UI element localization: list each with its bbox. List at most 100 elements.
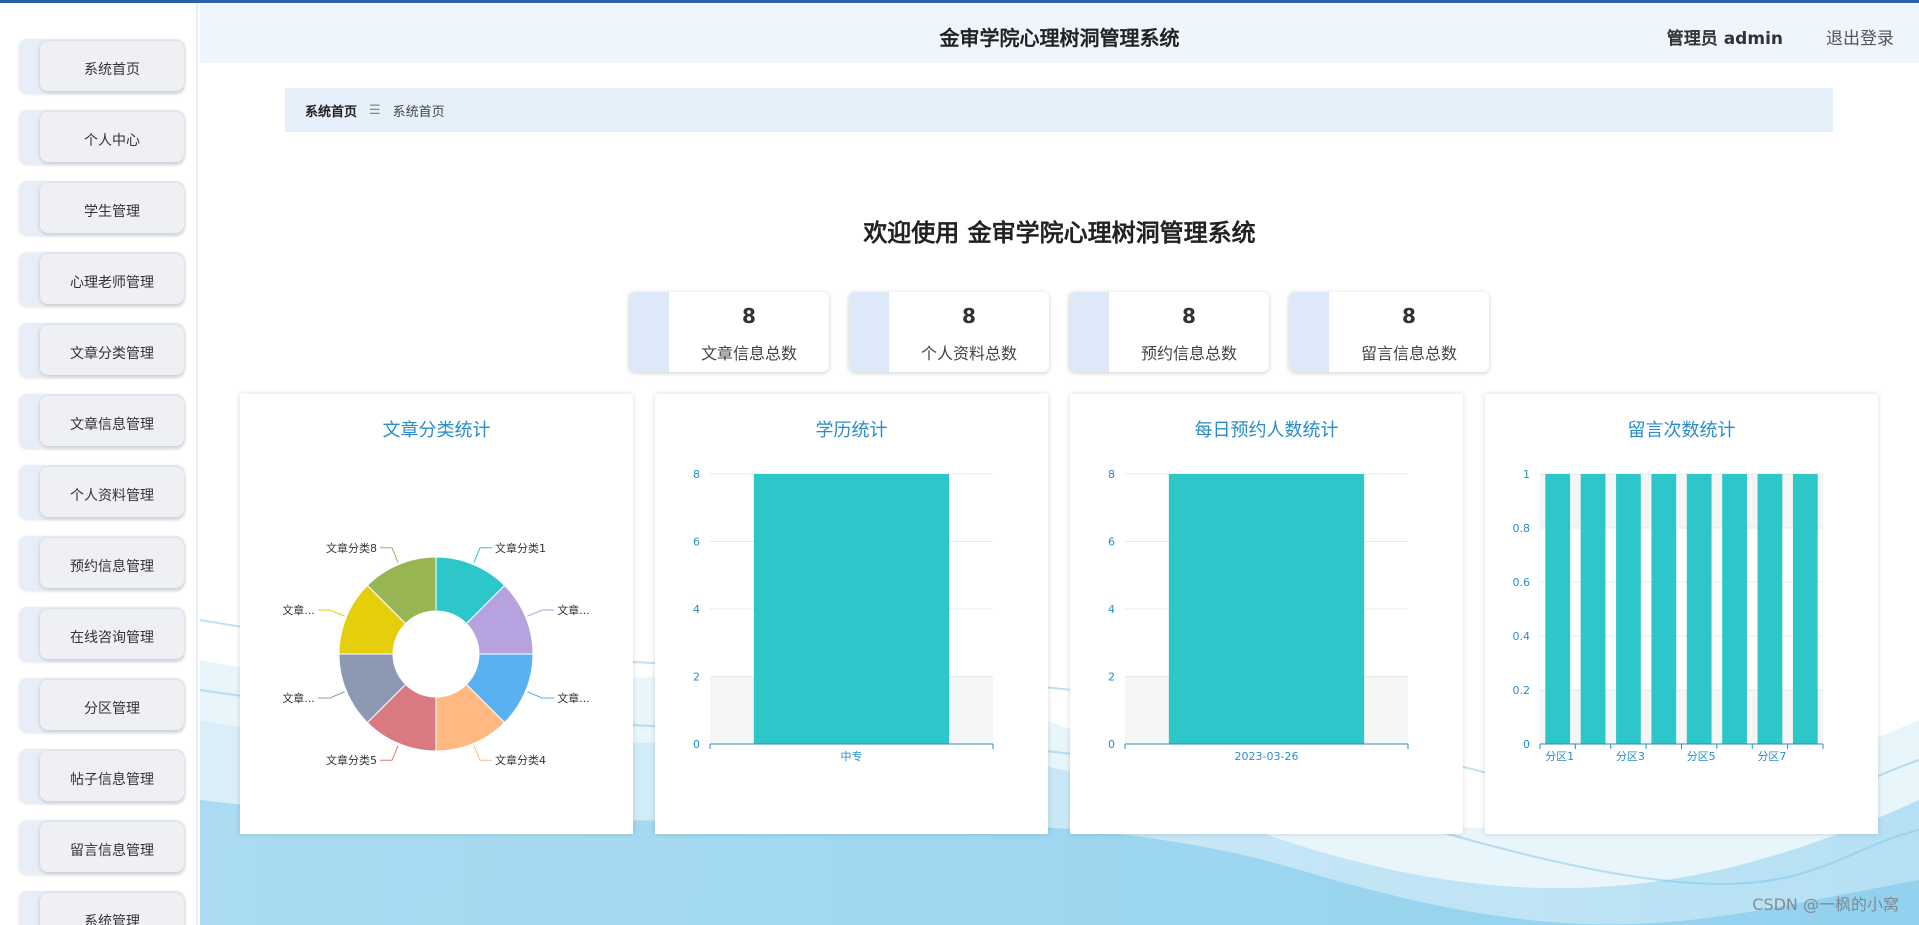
bar — [1757, 474, 1783, 744]
y-tick-label: 2 — [1108, 671, 1115, 684]
sidebar-item-label: 预约信息管理 — [40, 538, 184, 588]
breadcrumb: 系统首页 ☰ 系统首页 — [285, 88, 1833, 132]
sidebar-item-article-categories[interactable]: 文章分类管理 — [19, 323, 184, 377]
breadcrumb-separator-icon: ☰ — [369, 102, 381, 118]
y-tick-label: 1 — [1523, 468, 1530, 481]
stat-value: 8 — [962, 304, 976, 328]
stat-label: 文章信息总数 — [700, 344, 797, 363]
sidebar-item-label: 分区管理 — [40, 680, 184, 730]
x-tick-label: 分区7 — [1757, 750, 1786, 763]
y-tick-label: 6 — [693, 536, 700, 549]
pie-label: 文章... — [557, 691, 590, 705]
y-tick-label: 0.2 — [1513, 684, 1531, 697]
bar — [1651, 474, 1677, 744]
sidebar-item-label: 在线咨询管理 — [40, 609, 184, 659]
pie-label: 文章... — [282, 603, 315, 617]
sidebar-item-messages[interactable]: 留言信息管理 — [19, 820, 184, 874]
pie-label: 文章... — [282, 691, 315, 705]
chart-card-daily-appointments: 每日预约人数统计 0 2 4 6 8 2023-03-26 — [1070, 394, 1463, 834]
pie-label-line — [527, 691, 555, 699]
x-tick-label: 2023-03-26 — [1235, 750, 1299, 763]
stat-card-accent — [1069, 292, 1109, 372]
y-tick-label: 6 — [1108, 536, 1115, 549]
pie-label: 文章... — [557, 603, 590, 617]
user-label: 管理员 admin — [1666, 29, 1783, 49]
bar-chart: 0 2 4 6 8 中专 — [693, 468, 994, 763]
y-tick-label: 0.4 — [1513, 630, 1531, 643]
bar — [1722, 474, 1747, 744]
x-tick-label: 分区3 — [1616, 750, 1645, 763]
pie-label: 文章分类4 — [495, 753, 546, 767]
x-tick-label: 分区5 — [1687, 750, 1716, 763]
sidebar-item-posts[interactable]: 帖子信息管理 — [19, 749, 184, 803]
y-tick-label: 4 — [1108, 603, 1115, 616]
y-tick-label: 4 — [693, 603, 700, 616]
pie-chart: 文章分类1 文章... 文章... 文章分类4 文章分类5 文章... 文章... 文章分类8 — [282, 541, 590, 767]
sidebar: 系统首页 个人中心 学生管理 心理老师管理 文章分类管理 文章信息管理 个人资料… — [0, 3, 198, 925]
bar — [1616, 474, 1641, 744]
y-tick-label: 0 — [1108, 738, 1115, 751]
chart-card-education: 学历统计 0 2 4 6 8 中专 — [655, 394, 1048, 834]
sidebar-item-students[interactable]: 学生管理 — [19, 181, 184, 235]
pie-label-line — [317, 691, 345, 699]
sidebar-item-label: 文章信息管理 — [40, 396, 184, 446]
x-tick-label: 中专 — [841, 749, 863, 763]
bar — [1792, 474, 1818, 744]
bar-chart: 0 2 4 6 8 2023-03-26 — [1108, 468, 1409, 763]
sidebar-item-label: 个人资料管理 — [40, 467, 184, 517]
sidebar-item-label: 个人中心 — [40, 112, 184, 162]
bar — [753, 474, 950, 744]
sidebar-item-articles[interactable]: 文章信息管理 — [19, 394, 184, 448]
y-tick-label: 8 — [693, 468, 700, 481]
sidebar-item-consultation[interactable]: 在线咨询管理 — [19, 607, 184, 661]
breadcrumb-current: 系统首页 — [392, 104, 445, 120]
watermark: CSDN @一枫的小窝 — [1752, 895, 1899, 914]
sidebar-item-label: 文章分类管理 — [40, 325, 184, 375]
bar — [1545, 474, 1571, 744]
stat-card-accent — [849, 292, 889, 372]
stat-card-appointments: 8 预约信息总数 — [1069, 292, 1269, 372]
pie-label-line — [317, 609, 345, 617]
stat-label: 预约信息总数 — [1140, 344, 1237, 363]
sidebar-item-system[interactable]: 系统管理 — [19, 891, 184, 925]
sidebar-item-home[interactable]: 系统首页 — [19, 39, 184, 93]
bar-chart: 0 0.2 0.4 0.6 0.8 1 分区1 分区3 分区5 分区7 — [1513, 468, 1824, 763]
bar — [1168, 474, 1365, 744]
sidebar-item-label: 系统管理 — [40, 893, 184, 925]
stat-value: 8 — [1182, 304, 1196, 328]
stat-card-profiles: 8 个人资料总数 — [849, 292, 1049, 372]
pie-label-line — [473, 547, 493, 563]
chart-card-article-categories: 文章分类统计 文章分类1 文章... 文章... 文章分类4 文章分类5 文章... 文章.… — [240, 394, 633, 834]
logout-link[interactable]: 退出登录 — [1826, 24, 1894, 49]
stat-card-accent — [1289, 292, 1329, 372]
sidebar-item-label: 心理老师管理 — [40, 254, 184, 304]
pie-label: 文章分类5 — [326, 753, 377, 767]
pie-label-line — [379, 745, 399, 761]
y-tick-label: 0.6 — [1513, 576, 1531, 589]
y-tick-label: 8 — [1108, 468, 1115, 481]
sidebar-item-label: 系统首页 — [40, 41, 184, 91]
welcome-heading: 欢迎使用 金审学院心理树洞管理系统 — [863, 219, 1256, 247]
sidebar-item-profiles[interactable]: 个人资料管理 — [19, 465, 184, 519]
pie-label-line — [473, 745, 493, 761]
stat-value: 8 — [1402, 304, 1416, 328]
bar — [1580, 474, 1606, 744]
pie-label-line — [379, 547, 399, 563]
stat-card-accent — [629, 292, 669, 372]
stat-label: 留言信息总数 — [1360, 344, 1457, 363]
sidebar-item-label: 学生管理 — [40, 183, 184, 233]
stat-value: 8 — [742, 304, 756, 328]
pie-label: 文章分类8 — [326, 541, 377, 555]
sidebar-item-appointments[interactable]: 预约信息管理 — [19, 536, 184, 590]
stat-label: 个人资料总数 — [920, 344, 1017, 363]
header: 金审学院心理树洞管理系统 管理员 admin 退出登录 — [200, 3, 1919, 63]
x-tick-label: 分区1 — [1545, 750, 1574, 763]
stat-card-articles: 8 文章信息总数 — [629, 292, 829, 372]
sidebar-item-sections[interactable]: 分区管理 — [19, 678, 184, 732]
breadcrumb-home[interactable]: 系统首页 — [305, 101, 357, 120]
sidebar-item-personal-center[interactable]: 个人中心 — [19, 110, 184, 164]
sidebar-item-label: 帖子信息管理 — [40, 751, 184, 801]
pie-label: 文章分类1 — [495, 541, 546, 555]
y-tick-label: 0.8 — [1513, 522, 1531, 535]
sidebar-item-teachers[interactable]: 心理老师管理 — [19, 252, 184, 306]
